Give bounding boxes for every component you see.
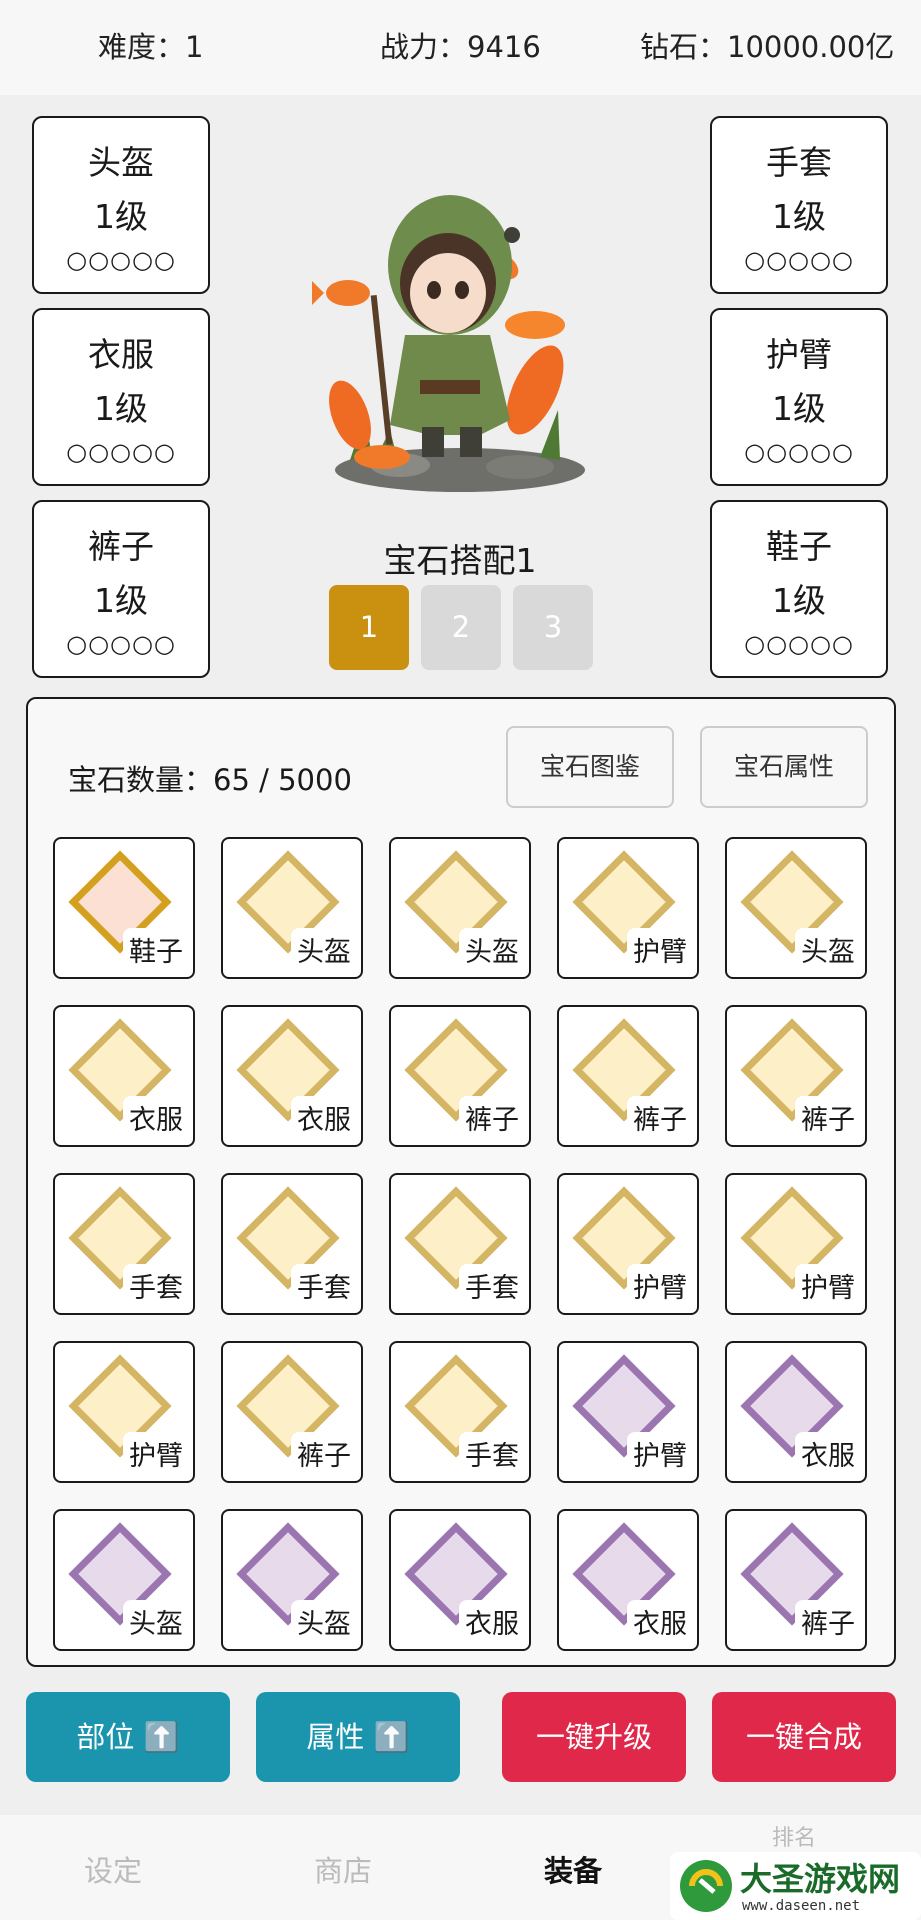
gem-slot-tag: 头盔 — [123, 1600, 189, 1643]
gem-tile[interactable]: 护臂 — [557, 1341, 699, 1483]
gem-slot-tag: 衣服 — [795, 1432, 861, 1475]
slot-level: 1级 — [772, 389, 826, 428]
gem-tile[interactable]: 裤子 — [389, 1005, 531, 1147]
gem-tile[interactable]: 手套 — [221, 1173, 363, 1315]
gem-slot-tag: 裤子 — [795, 1600, 861, 1643]
gem-tile[interactable]: 衣服 — [53, 1005, 195, 1147]
nav-settings[interactable]: 设定 — [84, 1848, 142, 1890]
gem-slot-tag: 鞋子 — [123, 928, 189, 971]
slot-bracer[interactable]: 护臂 1级 ○○○○○ — [710, 308, 888, 486]
slot-level: 1级 — [772, 197, 826, 236]
gem-tile[interactable]: 鞋子 — [53, 837, 195, 979]
gem-tile[interactable]: 衣服 — [389, 1509, 531, 1651]
gem-tile[interactable]: 衣服 — [725, 1341, 867, 1483]
slot-name: 裤子 — [88, 527, 154, 566]
gem-slot-tag: 裤子 — [627, 1096, 693, 1139]
nav-ranking[interactable]: 排名 — [772, 1820, 816, 1852]
loadout-button-3[interactable]: 3 — [513, 585, 593, 670]
slot-level: 1级 — [94, 581, 148, 620]
gem-tile[interactable]: 裤子 — [557, 1005, 699, 1147]
gem-tile[interactable]: 手套 — [389, 1173, 531, 1315]
gem-slot-tag: 衣服 — [627, 1600, 693, 1643]
gem-catalog-button[interactable]: 宝石图鉴 — [506, 726, 674, 808]
gem-tile[interactable]: 护臂 — [53, 1341, 195, 1483]
upgrade-all-button[interactable]: 一键升级 — [502, 1692, 686, 1782]
site-watermark: 大圣游戏网 www.daseen.net — [670, 1852, 921, 1920]
slot-name: 手套 — [766, 143, 832, 182]
gem-tile[interactable]: 头盔 — [221, 1509, 363, 1651]
gem-tile[interactable]: 护臂 — [725, 1173, 867, 1315]
gem-tile[interactable]: 头盔 — [389, 837, 531, 979]
power-label: 战力：9416 — [380, 30, 541, 64]
sort-by-attribute-button[interactable]: 属性 ⬆️ — [256, 1692, 460, 1782]
gem-sockets: ○○○○○ — [744, 630, 854, 658]
loadout-button-2[interactable]: 2 — [421, 585, 501, 670]
gem-tile[interactable]: 头盔 — [53, 1509, 195, 1651]
gem-tile[interactable]: 裤子 — [221, 1341, 363, 1483]
gem-sockets: ○○○○○ — [66, 630, 176, 658]
nav-shop[interactable]: 商店 — [314, 1848, 372, 1890]
slot-level: 1级 — [94, 389, 148, 428]
gem-inventory-panel: 宝石数量：65 / 5000 宝石图鉴 宝石属性 鞋子 头盔 头盔 护臂 头盔 衣服 衣服裤… — [26, 697, 896, 1667]
slot-name: 护臂 — [766, 335, 832, 374]
gem-slot-tag: 头盔 — [291, 928, 357, 971]
gem-sockets: ○○○○○ — [744, 246, 854, 274]
gem-slot-tag: 护臂 — [627, 1264, 693, 1307]
gem-slot-tag: 裤子 — [291, 1432, 357, 1475]
gem-slot-tag: 衣服 — [291, 1096, 357, 1139]
gem-tile[interactable]: 手套 — [53, 1173, 195, 1315]
slot-pants[interactable]: 裤子 1级 ○○○○○ — [32, 500, 210, 678]
gem-tile[interactable]: 裤子 — [725, 1005, 867, 1147]
merge-all-button[interactable]: 一键合成 — [712, 1692, 896, 1782]
gem-slot-tag: 裤子 — [795, 1096, 861, 1139]
gem-sockets: ○○○○○ — [66, 246, 176, 274]
gem-tile[interactable]: 头盔 — [221, 837, 363, 979]
gem-slot-tag: 头盔 — [459, 928, 525, 971]
gem-count-label: 宝石数量：65 / 5000 — [68, 763, 352, 797]
gem-tile[interactable]: 衣服 — [221, 1005, 363, 1147]
gem-slot-tag: 护臂 — [627, 928, 693, 971]
sort-by-part-button[interactable]: 部位 ⬆️ — [26, 1692, 230, 1782]
gem-tile[interactable]: 护臂 — [557, 1173, 699, 1315]
slot-level: 1级 — [772, 581, 826, 620]
watermark-title: 大圣游戏网 — [740, 1860, 901, 1898]
gem-slot-tag: 手套 — [459, 1264, 525, 1307]
diamond-label: 钻石：10000.00亿 — [640, 30, 895, 64]
character-illustration — [312, 195, 585, 492]
gem-slot-tag: 头盔 — [291, 1600, 357, 1643]
slot-gloves[interactable]: 手套 1级 ○○○○○ — [710, 116, 888, 294]
difficulty-label: 难度：1 — [98, 30, 204, 64]
slot-name: 衣服 — [88, 335, 154, 374]
loadout-title: 宝石搭配1 — [383, 541, 537, 580]
gem-sockets: ○○○○○ — [66, 438, 176, 466]
watermark-url: www.daseen.net — [742, 1898, 861, 1914]
gem-slot-tag: 护臂 — [627, 1432, 693, 1475]
gem-attribute-button[interactable]: 宝石属性 — [700, 726, 868, 808]
character-portrait — [310, 165, 615, 505]
gem-slot-tag: 头盔 — [795, 928, 861, 971]
gem-slot-tag: 裤子 — [459, 1096, 525, 1139]
gem-slot-tag: 护臂 — [123, 1432, 189, 1475]
gem-tile[interactable]: 头盔 — [725, 837, 867, 979]
slot-name: 鞋子 — [766, 527, 832, 566]
gem-slot-tag: 衣服 — [459, 1600, 525, 1643]
gem-slot-tag: 手套 — [123, 1264, 189, 1307]
gem-slot-tag: 手套 — [459, 1432, 525, 1475]
gem-tile[interactable]: 裤子 — [725, 1509, 867, 1651]
gem-tile[interactable]: 手套 — [389, 1341, 531, 1483]
slot-shoes[interactable]: 鞋子 1级 ○○○○○ — [710, 500, 888, 678]
slot-helmet[interactable]: 头盔 1级 ○○○○○ — [32, 116, 210, 294]
nav-equipment[interactable]: 装备 — [544, 1848, 602, 1890]
gem-slot-tag: 手套 — [291, 1264, 357, 1307]
gem-tile[interactable]: 护臂 — [557, 837, 699, 979]
gem-slot-tag: 护臂 — [795, 1264, 861, 1307]
slot-level: 1级 — [94, 197, 148, 236]
loadout-button-1[interactable]: 1 — [329, 585, 409, 670]
gem-sockets: ○○○○○ — [744, 438, 854, 466]
slot-name: 头盔 — [88, 143, 154, 182]
gem-slot-tag: 衣服 — [123, 1096, 189, 1139]
top-stats-bar: 难度：1 战力：9416 钻石：10000.00亿 — [0, 0, 921, 95]
slot-clothes[interactable]: 衣服 1级 ○○○○○ — [32, 308, 210, 486]
gem-tile[interactable]: 衣服 — [557, 1509, 699, 1651]
